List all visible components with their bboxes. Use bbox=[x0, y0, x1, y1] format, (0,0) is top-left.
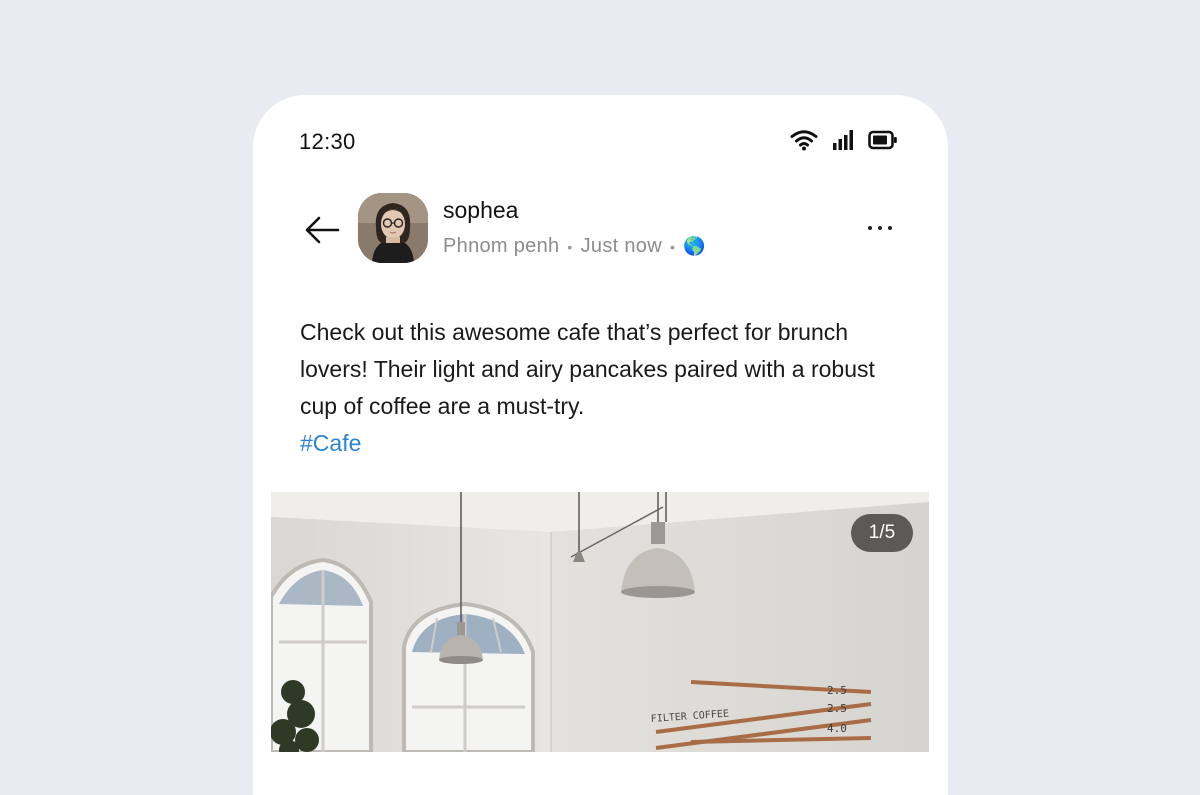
arrow-left-icon bbox=[305, 216, 340, 244]
globe-icon: 🌎 bbox=[683, 236, 706, 256]
phone-frame: 12:30 sophea Phnom penh • Just now • 🌎 C… bbox=[253, 95, 948, 795]
signal-icon bbox=[833, 130, 853, 150]
back-button[interactable] bbox=[301, 209, 343, 251]
menu-price-2: 2.5 bbox=[827, 702, 847, 715]
status-icons bbox=[790, 129, 898, 151]
window-right bbox=[402, 601, 535, 752]
image-counter: 1/5 bbox=[851, 514, 913, 552]
post-body: Check out this awesome cafe that’s perfe… bbox=[300, 319, 875, 419]
more-options-button[interactable] bbox=[860, 213, 900, 243]
avatar[interactable] bbox=[358, 193, 428, 263]
status-time: 12:30 bbox=[299, 129, 356, 154]
post-caption: Check out this awesome cafe that’s perfe… bbox=[300, 314, 900, 462]
post-meta: Phnom penh • Just now • 🌎 bbox=[443, 235, 706, 258]
meta-separator: • bbox=[567, 238, 573, 255]
more-dot bbox=[888, 226, 892, 230]
hashtag-link[interactable]: #Cafe bbox=[300, 425, 900, 462]
location: Phnom penh bbox=[443, 235, 560, 257]
meta-separator: • bbox=[669, 238, 676, 255]
more-horizontal-icon bbox=[868, 226, 872, 230]
menu-price-1: 2.5 bbox=[827, 684, 847, 697]
timestamp: Just now bbox=[580, 235, 662, 257]
cafe-photo: FILTER COFFEE 2.5 2.5 4.0 bbox=[271, 492, 929, 752]
avatar-image bbox=[358, 193, 428, 263]
menu-price-3: 4.0 bbox=[827, 722, 847, 735]
wifi-icon bbox=[790, 130, 818, 151]
post-image[interactable]: FILTER COFFEE 2.5 2.5 4.0 1/5 bbox=[271, 492, 929, 752]
username[interactable]: sophea bbox=[443, 197, 518, 224]
more-dot bbox=[878, 226, 882, 230]
battery-icon bbox=[868, 130, 897, 150]
